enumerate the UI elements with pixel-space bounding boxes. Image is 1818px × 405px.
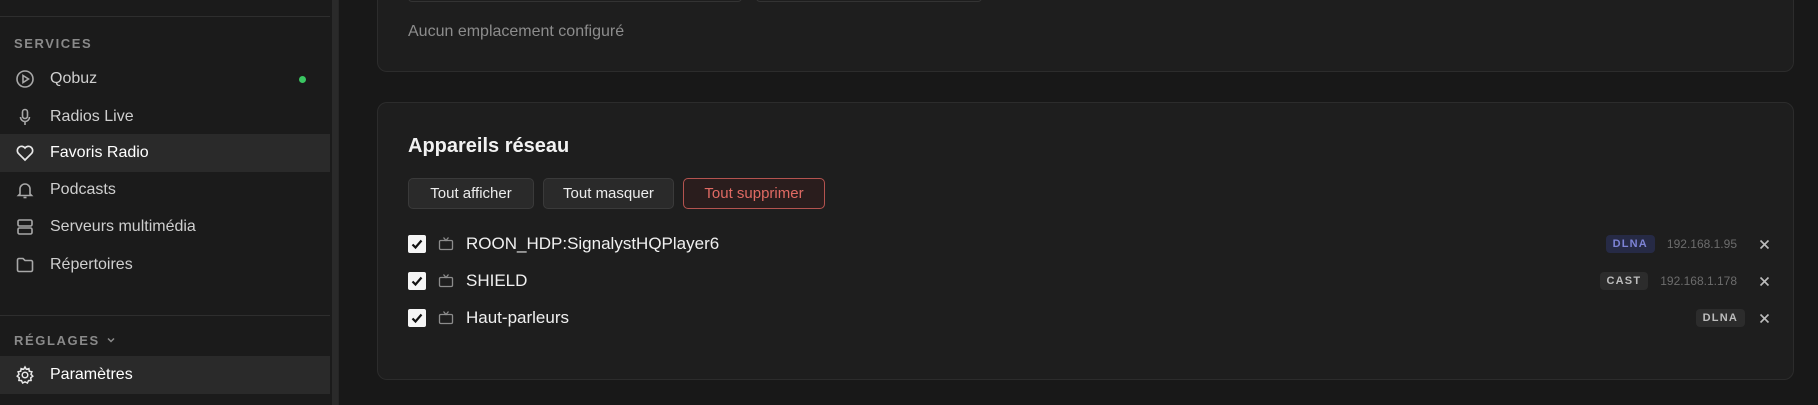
- device-visible-checkbox[interactable]: [408, 272, 426, 290]
- sidebar-item-label: Répertoires: [50, 256, 133, 273]
- hide-all-button[interactable]: Tout masquer: [543, 178, 674, 209]
- device-row: SHIELD CAST 192.168.1.178: [408, 265, 1773, 297]
- app-window: SERVICES Qobuz Radios Live Favoris Radio: [0, 0, 1818, 405]
- services-section-label: SERVICES: [14, 36, 93, 51]
- device-type-badge: DLNA: [1605, 235, 1655, 253]
- sidebar-item-repertoires[interactable]: Répertoires: [0, 246, 330, 284]
- sidebar-item-label: Favoris Radio: [50, 144, 149, 161]
- close-icon[interactable]: [1757, 274, 1771, 288]
- tv-icon: [438, 309, 456, 327]
- sidebar-item-label: Qobuz: [50, 70, 98, 87]
- locations-card: Aucun emplacement configuré: [377, 0, 1794, 72]
- sidebar-item-favoris-radio[interactable]: Favoris Radio: [0, 134, 330, 172]
- sidebar-item-label: Serveurs multimédia: [50, 218, 196, 235]
- settings-section-label: RÉGLAGES: [14, 333, 100, 348]
- device-ip: 192.168.1.178: [1660, 274, 1737, 288]
- device-visible-checkbox[interactable]: [408, 309, 426, 327]
- sidebar-item-qobuz[interactable]: Qobuz: [0, 60, 330, 98]
- settings-section-toggle[interactable]: RÉGLAGES: [14, 333, 116, 348]
- sidebar-item-label: Radios Live: [50, 108, 134, 125]
- tv-icon: [438, 272, 456, 290]
- device-type-badge: DLNA: [1695, 309, 1745, 327]
- location-field-edge: [756, 0, 982, 2]
- device-name: ROON_HDP:SignalystHQPlayer6: [466, 234, 720, 253]
- show-all-button[interactable]: Tout afficher: [408, 178, 534, 209]
- online-status-dot: [299, 76, 306, 83]
- section-title: Appareils réseau: [408, 135, 570, 157]
- delete-all-button[interactable]: Tout supprimer: [683, 178, 825, 209]
- sidebar: SERVICES Qobuz Radios Live Favoris Radio: [0, 0, 339, 405]
- bell-icon: [14, 179, 36, 201]
- folder-icon: [14, 254, 36, 276]
- device-type-badge: CAST: [1599, 272, 1649, 290]
- sidebar-item-serveurs-multimedia[interactable]: Serveurs multimédia: [0, 208, 330, 246]
- play-circle-icon: [14, 68, 36, 90]
- device-row: ROON_HDP:SignalystHQPlayer6 DLNA 192.168…: [408, 228, 1773, 260]
- device-name: SHIELD: [466, 271, 528, 290]
- divider: [0, 315, 330, 316]
- device-ip: 192.168.1.95: [1666, 237, 1737, 251]
- heart-icon: [14, 142, 36, 164]
- tv-icon: [438, 235, 456, 253]
- sidebar-item-label: Paramètres: [50, 366, 133, 383]
- device-visible-checkbox[interactable]: [408, 235, 426, 253]
- empty-locations-text: Aucun emplacement configuré: [408, 23, 625, 40]
- microphone-icon: [14, 106, 36, 128]
- device-meta: CAST 192.168.1.178: [1599, 265, 1774, 297]
- sidebar-item-parametres[interactable]: Paramètres: [0, 356, 330, 394]
- sidebar-item-podcasts[interactable]: Podcasts: [0, 171, 330, 209]
- gear-icon: [14, 364, 36, 386]
- server-icon: [14, 216, 36, 238]
- sidebar-item-radios-live[interactable]: Radios Live: [0, 98, 330, 136]
- divider: [0, 16, 330, 17]
- main-content: Aucun emplacement configuré Appareils ré…: [339, 0, 1818, 405]
- chevron-down-icon: [106, 333, 116, 348]
- device-meta: DLNA 192.168.1.95: [1605, 228, 1773, 260]
- close-icon[interactable]: [1757, 237, 1771, 251]
- location-field-edge: [408, 0, 742, 2]
- close-icon[interactable]: [1757, 311, 1771, 325]
- device-name: Haut-parleurs: [466, 308, 569, 327]
- device-meta: DLNA: [1695, 302, 1773, 334]
- sidebar-item-label: Podcasts: [50, 181, 116, 198]
- network-devices-card: Appareils réseau Tout afficher Tout masq…: [377, 102, 1794, 380]
- device-row: Haut-parleurs DLNA: [408, 302, 1773, 334]
